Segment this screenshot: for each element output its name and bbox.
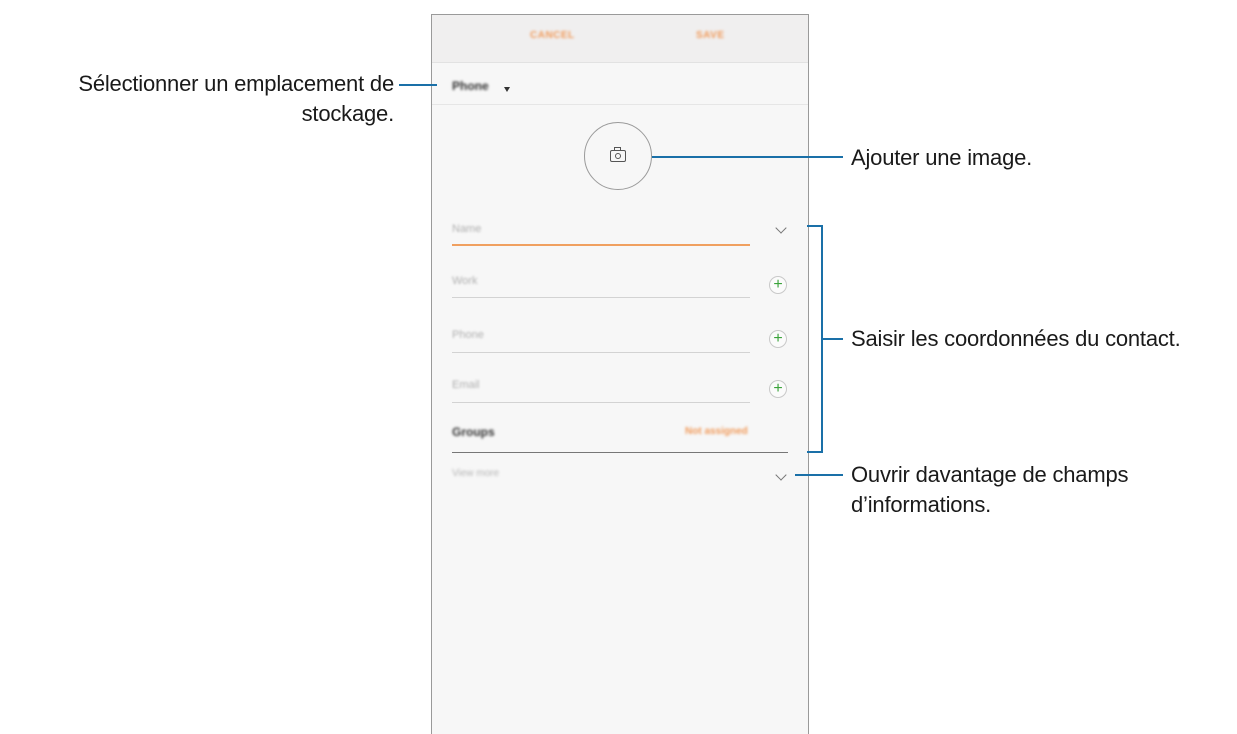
name-field-underline (452, 244, 750, 246)
work-field[interactable]: Work (452, 275, 477, 287)
annotation-more-fields: Ouvrir davantage de champs d’information… (851, 460, 1128, 520)
email-field-underline (452, 402, 750, 403)
groups-value[interactable]: Not assigned (685, 426, 748, 437)
callout-bracket-top (807, 225, 823, 227)
chevron-down-icon[interactable] (775, 222, 787, 234)
groups-label: Groups (452, 425, 495, 439)
camera-icon (610, 150, 626, 162)
callout-line-contact-info (821, 338, 843, 340)
groups-divider (452, 452, 788, 453)
dropdown-arrow-icon[interactable] (504, 87, 510, 92)
storage-location-selector[interactable]: Phone (452, 79, 489, 93)
cancel-button[interactable]: CANCEL (530, 30, 575, 41)
view-more-button[interactable]: View more (452, 468, 499, 479)
add-phone-plus-icon[interactable]: + (769, 330, 787, 348)
view-more-chevron-icon[interactable] (775, 469, 787, 481)
phone-field-underline (452, 352, 750, 353)
top-action-bar: CANCEL SAVE (432, 15, 808, 63)
email-field[interactable]: Email (452, 379, 480, 391)
phone-field[interactable]: Phone (452, 329, 484, 341)
name-field[interactable]: Name (452, 223, 481, 235)
callout-line-storage (399, 84, 437, 86)
save-button[interactable]: SAVE (696, 30, 725, 41)
phone-screen: CANCEL SAVE Phone Name Work + Phone + Em… (431, 14, 809, 734)
annotation-storage-line-1: Sélectionner un emplacement de (78, 71, 394, 96)
add-email-plus-icon[interactable]: + (769, 380, 787, 398)
annotation-more-fields-line-2: d’informations. (851, 492, 992, 517)
work-field-underline (452, 297, 750, 298)
camera-lens-icon (615, 153, 621, 159)
callout-line-more-fields (795, 474, 843, 476)
annotation-contact-info: Saisir les coordonnées du contact. (851, 326, 1181, 351)
callout-bracket-bottom (807, 451, 823, 453)
annotation-storage: Sélectionner un emplacement de stockage. (78, 69, 394, 129)
add-work-plus-icon[interactable]: + (769, 276, 787, 294)
annotation-storage-line-2: stockage. (301, 101, 395, 126)
divider (432, 104, 808, 105)
add-photo-button[interactable] (584, 122, 652, 190)
annotation-image: Ajouter une image. (851, 145, 1033, 170)
annotation-more-fields-line-1: Ouvrir davantage de champs (851, 462, 1129, 487)
callout-line-image (652, 156, 843, 158)
